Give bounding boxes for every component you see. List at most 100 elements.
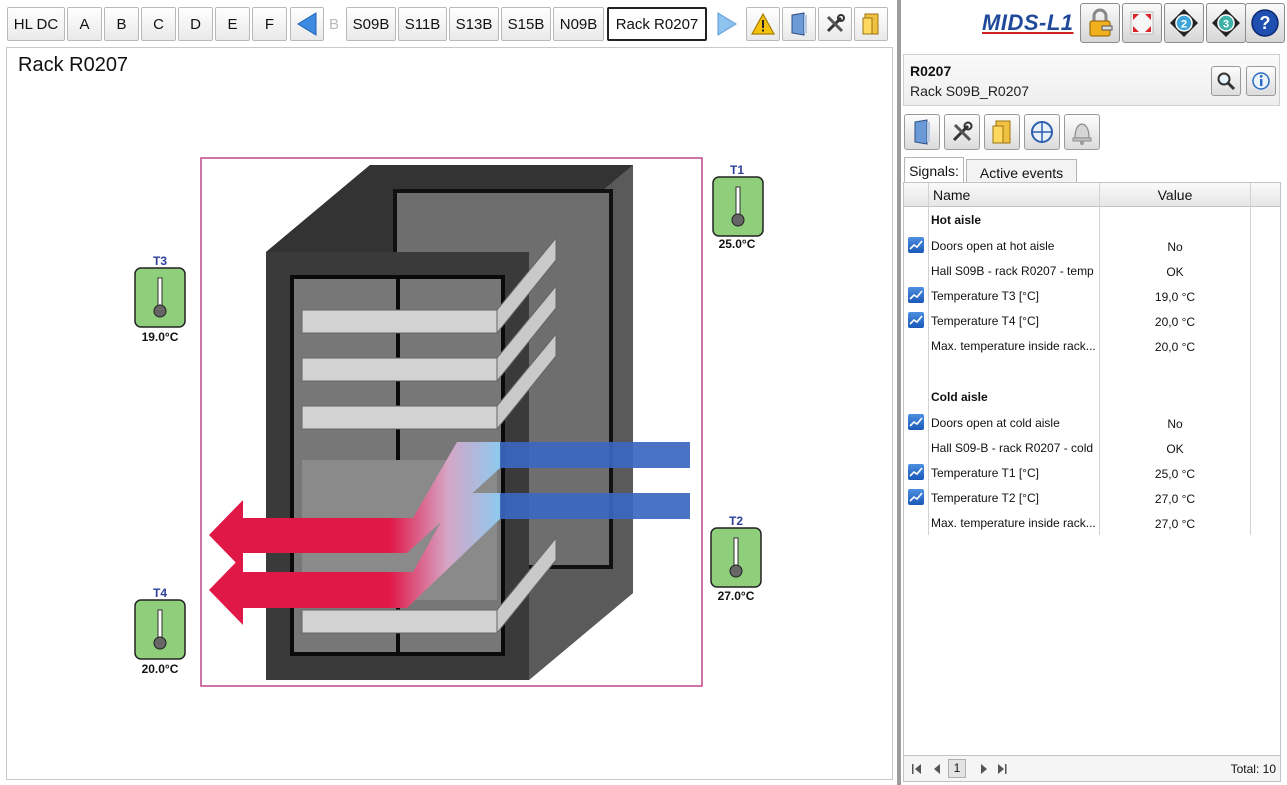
nav-button-s13b[interactable]: S13B	[449, 7, 499, 41]
trend-chart-icon[interactable]	[908, 414, 924, 430]
signal-value: No	[1167, 240, 1183, 254]
rack-view-panel: Rack R0207 T1 25.0°C T2 27.0°C T3 19.0°C…	[6, 47, 893, 780]
signal-name: Doors open at cold aisle	[931, 416, 1060, 430]
trend-chart-icon[interactable]	[908, 287, 924, 303]
signal-value: No	[1167, 417, 1183, 431]
signal-row[interactable]: Hall S09-B - rack R0207 - cold OK	[904, 435, 1280, 460]
signal-row[interactable]: Max. temperature inside rack... 20,0 °C	[904, 333, 1280, 358]
signal-name: Temperature T1 [°C]	[931, 466, 1039, 480]
column-header-name[interactable]: Name	[933, 187, 970, 203]
signal-name: Temperature T2 [°C]	[931, 491, 1039, 505]
info-subtitle: Rack S09B_R0207	[910, 83, 1030, 99]
signal-value: OK	[1166, 442, 1184, 456]
nav-button-n09b[interactable]: N09B	[553, 7, 604, 41]
signal-value: 27,0 °C	[1154, 492, 1196, 506]
door-icon[interactable]	[904, 114, 940, 150]
nav-button-hl-dc[interactable]: HL DC	[7, 7, 65, 41]
sensor-t4[interactable]: T4 20.0°C	[134, 586, 186, 676]
sensor-t3[interactable]: T3 19.0°C	[134, 254, 186, 344]
signal-row[interactable]: Temperature T1 [°C] 25,0 °C	[904, 460, 1280, 485]
sensor-t1[interactable]: T1 25.0°C	[712, 163, 764, 251]
info-icon[interactable]	[1246, 66, 1276, 96]
panel-divider[interactable]	[897, 0, 901, 785]
signals-grid: Name Value Hot aisle Doors open at hot ai…	[903, 182, 1281, 782]
trend-chart-icon[interactable]	[908, 489, 924, 505]
info-box: R0207 Rack S09B_R0207	[903, 54, 1280, 106]
bell-icon[interactable]	[1064, 114, 1100, 150]
level2-icon[interactable]: 2	[1164, 3, 1204, 43]
last-page-icon[interactable]	[998, 764, 1007, 774]
prev-arrow-icon[interactable]	[290, 7, 324, 41]
tab-signals[interactable]: Signals:	[904, 157, 964, 184]
sensor-t1-value: 25.0°C	[719, 237, 756, 251]
signal-value: 27,0 °C	[1154, 517, 1196, 531]
nav-button-partial[interactable]: B	[326, 7, 342, 41]
signal-row[interactable]: Temperature T2 [°C] 27,0 °C	[904, 485, 1280, 510]
sensor-t1-label: T1	[730, 163, 744, 177]
next-page-icon[interactable]	[981, 764, 987, 774]
app-logo: MIDS-L1	[982, 10, 1074, 35]
prev-page-icon[interactable]	[934, 764, 940, 774]
signal-row[interactable]: Temperature T4 [°C] 20,0 °C	[904, 308, 1280, 333]
help-icon[interactable]: ?	[1245, 3, 1285, 43]
total-count: Total: 10	[1230, 762, 1276, 776]
nav-button-s15b[interactable]: S15B	[501, 7, 551, 41]
cabinet-icon[interactable]	[984, 114, 1020, 150]
trend-chart-icon[interactable]	[908, 237, 924, 253]
search-icon[interactable]	[1211, 66, 1241, 96]
next-arrow-icon[interactable]	[710, 7, 744, 41]
signal-name: Hall S09-B - rack R0207 - cold	[931, 441, 1094, 455]
signal-value: OK	[1166, 265, 1184, 279]
signal-name: Cold aisle	[931, 390, 988, 404]
warning-icon[interactable]	[746, 7, 780, 41]
grid-header: Name Value	[904, 183, 1280, 207]
trend-chart-icon[interactable]	[908, 312, 924, 328]
signal-value: 19,0 °C	[1154, 290, 1196, 304]
sensor-t2-value: 27.0°C	[718, 589, 755, 603]
signal-row[interactable]: Hall S09B - rack R0207 - temp OK	[904, 258, 1280, 283]
signal-row[interactable]: Doors open at hot aisle No	[904, 233, 1280, 258]
svg-text:3: 3	[1223, 19, 1229, 31]
door-icon[interactable]	[782, 7, 816, 41]
trend-chart-icon[interactable]	[908, 464, 924, 480]
column-header-value[interactable]: Value	[1100, 187, 1250, 203]
nav-button-s09b[interactable]: S09B	[346, 7, 396, 41]
sensor-t4-value: 20.0°C	[142, 662, 179, 676]
signal-name: Doors open at hot aisle	[931, 239, 1055, 253]
nav-button-rack-r0207[interactable]: Rack R0207	[607, 7, 707, 41]
level3-icon[interactable]: 3	[1206, 3, 1246, 43]
nav-button-b[interactable]: B	[104, 7, 139, 41]
signal-row[interactable]: Max. temperature inside rack... 27,0 °C	[904, 510, 1280, 535]
signal-row[interactable]: Doors open at cold aisle No	[904, 410, 1280, 435]
signal-name: Max. temperature inside rack...	[931, 339, 1096, 353]
signal-name: Hall S09B - rack R0207 - temp	[931, 264, 1094, 278]
sensor-t2[interactable]: T2 27.0°C	[710, 514, 762, 603]
group-row: Cold aisle	[904, 384, 1280, 409]
signal-row[interactable]: Temperature T3 [°C] 19,0 °C	[904, 283, 1280, 308]
nav-button-d[interactable]: D	[178, 7, 213, 41]
nav-button-a[interactable]: A	[67, 7, 102, 41]
nav-button-c[interactable]: C	[141, 7, 176, 41]
svg-text:2: 2	[1181, 19, 1187, 31]
signal-value: 20,0 °C	[1154, 315, 1196, 329]
signal-name: Temperature T3 [°C]	[931, 289, 1039, 303]
sensor-t3-value: 19.0°C	[142, 330, 179, 344]
tools-icon[interactable]	[944, 114, 980, 150]
tools-icon[interactable]	[818, 7, 852, 41]
first-page-icon[interactable]	[912, 764, 921, 774]
cabinet-icon[interactable]	[854, 7, 888, 41]
pager: 1 Total: 10	[904, 755, 1280, 781]
lock-icon[interactable]	[1080, 3, 1120, 43]
nav-button-f[interactable]: F	[252, 7, 287, 41]
crosshair-icon[interactable]	[1024, 114, 1060, 150]
signal-value: 20,0 °C	[1154, 340, 1196, 354]
fullscreen-icon[interactable]	[1122, 3, 1162, 43]
group-row: Hot aisle	[904, 207, 1280, 232]
sensor-t3-label: T3	[153, 254, 167, 268]
info-id: R0207	[910, 63, 952, 79]
nav-button-s11b[interactable]: S11B	[398, 7, 447, 41]
nav-button-e[interactable]: E	[215, 7, 250, 41]
top-navigation: HL DC A B C D E F B S09B S11B S13B S15B …	[4, 4, 894, 42]
page-number[interactable]: 1	[948, 759, 966, 778]
rack-scene: T1 25.0°C T2 27.0°C T3 19.0°C T4 20.0°C	[134, 157, 764, 687]
